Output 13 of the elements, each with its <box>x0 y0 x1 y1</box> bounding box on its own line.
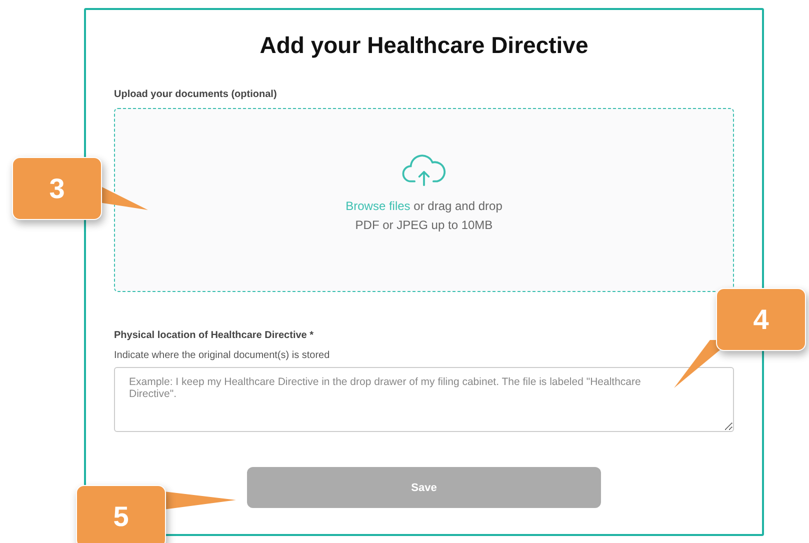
drag-drop-text: or drag and drop <box>414 199 502 213</box>
file-type-hint: PDF or JPEG up to 10MB <box>355 217 493 234</box>
upload-dropzone[interactable]: Browse files or drag and drop PDF or JPEG up to 10MB <box>114 108 734 292</box>
form-title: Add your Healthcare Directive <box>260 32 588 59</box>
callout-badge: 4 <box>716 288 806 351</box>
callout-badge: 3 <box>12 157 102 220</box>
location-hint: Indicate where the original document(s) is stored <box>114 350 330 361</box>
cloud-upload-icon <box>401 153 447 187</box>
callout-badge: 5 <box>76 485 166 543</box>
location-label: Physical location of Healthcare Directive * <box>114 330 314 341</box>
browse-files-link[interactable]: Browse files <box>346 199 410 213</box>
upload-label: Upload your documents (optional) <box>114 89 277 100</box>
location-textarea[interactable]: Example: I keep my Healthcare Directive in the drop drawer of my filing cabinet. The file is labeled "Healthcare Directive". <box>114 367 734 432</box>
